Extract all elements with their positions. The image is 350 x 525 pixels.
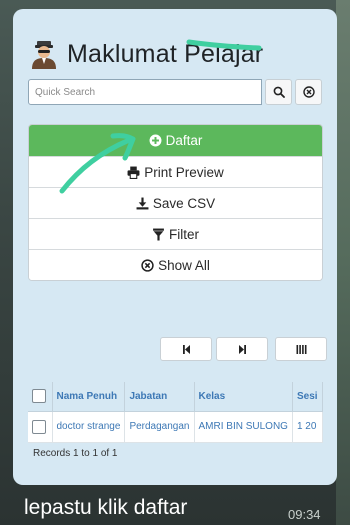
daftar-button[interactable]: Daftar: [29, 125, 322, 156]
cell-jabatan: Perdagangan: [124, 411, 195, 443]
student-avatar-icon: [32, 41, 56, 69]
quick-search-input[interactable]: [28, 79, 262, 105]
cell-nama-penuh[interactable]: doctor strange: [52, 411, 126, 443]
page-title: Maklumat Pelajar: [67, 39, 264, 68]
last-page-icon: [238, 344, 246, 354]
cell-sesi: 1 20: [292, 411, 323, 443]
show-all-label: Show All: [158, 257, 210, 273]
column-jabatan[interactable]: Jabatan: [124, 382, 195, 412]
row-checkbox[interactable]: [32, 419, 46, 434]
columns-icon: [296, 344, 306, 354]
search-button[interactable]: [265, 79, 292, 105]
print-preview-label: Print Preview: [144, 164, 224, 180]
table-row[interactable]: doctor strange Perdagangan AMRI BIN SULO…: [28, 411, 323, 443]
filter-icon: [153, 228, 164, 240]
cell-kelas: AMRI BIN SULONG: [194, 411, 293, 443]
first-page-button[interactable]: [160, 337, 212, 361]
download-icon: [136, 197, 149, 209]
daftar-label: Daftar: [165, 133, 203, 148]
printer-icon: [127, 166, 140, 179]
print-preview-button[interactable]: Print Preview: [29, 156, 322, 187]
save-csv-label: Save CSV: [152, 195, 216, 211]
chat-timestamp: 09:34: [288, 507, 321, 522]
row-select-cell: [28, 411, 53, 443]
column-nama-penuh[interactable]: Nama Penuh: [52, 382, 126, 412]
filter-label: Filter: [169, 226, 199, 242]
column-sesi[interactable]: Sesi: [292, 382, 323, 412]
columns-button[interactable]: [275, 337, 327, 361]
quick-search-bar: [28, 79, 324, 105]
select-all-cell: [28, 382, 53, 412]
chat-background-edge: [336, 0, 350, 525]
records-count: Records 1 to 1 of 1: [33, 448, 118, 459]
show-all-button[interactable]: Show All: [29, 249, 322, 280]
student-table-container: Nama Penuh Jabatan Kelas Sesi doctor str…: [28, 382, 337, 443]
plus-circle-icon: [149, 134, 162, 147]
select-all-checkbox[interactable]: [32, 389, 46, 404]
column-kelas[interactable]: Kelas: [194, 382, 293, 412]
page-header: Maklumat Pelajar: [31, 39, 263, 69]
app-card: Maklumat Pelajar Daftar: [13, 9, 337, 485]
table-header-row: Nama Penuh Jabatan Kelas Sesi: [28, 382, 323, 412]
close-circle-icon: [141, 258, 154, 272]
clear-search-button[interactable]: [295, 79, 322, 105]
save-csv-button[interactable]: Save CSV: [29, 187, 322, 218]
student-table: Nama Penuh Jabatan Kelas Sesi doctor str…: [28, 382, 323, 443]
action-menu: Daftar Print Preview Save CSV Filter Sho…: [28, 124, 323, 281]
first-page-icon: [182, 344, 190, 354]
pager-toolbar: [160, 337, 327, 361]
filter-button[interactable]: Filter: [29, 218, 322, 249]
last-page-button[interactable]: [216, 337, 268, 361]
clear-circle-icon: [302, 86, 315, 98]
chat-caption: lepastu klik daftar: [24, 496, 188, 519]
search-icon: [273, 86, 285, 98]
